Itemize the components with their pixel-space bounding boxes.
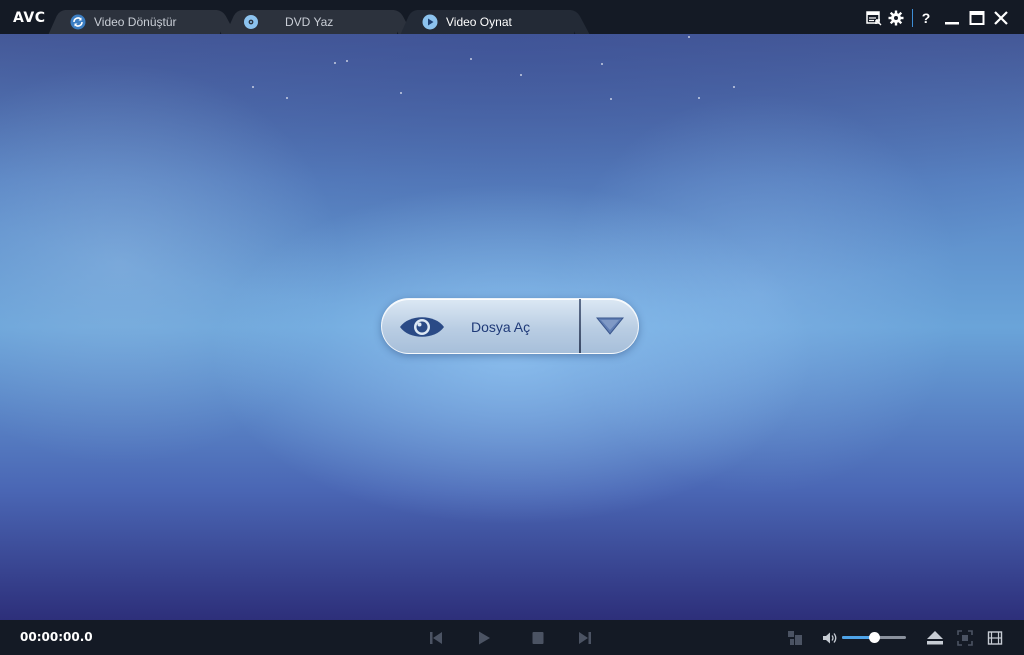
tab-label: Video Oynat: [446, 15, 512, 29]
tab-dvd-burn[interactable]: DVD Yaz: [237, 10, 397, 34]
previous-button[interactable]: [427, 629, 445, 647]
snapshot-icon: [788, 631, 802, 645]
maximize-button[interactable]: [969, 9, 985, 27]
eject-button[interactable]: [926, 629, 944, 647]
play-button[interactable]: [475, 629, 493, 647]
playlist-button[interactable]: [986, 629, 1004, 647]
star: [688, 36, 690, 38]
open-file-label: Dosya Aç: [471, 319, 531, 335]
stop-button[interactable]: [529, 629, 547, 647]
time-display: 00:00:00.0: [20, 630, 93, 644]
log-button[interactable]: [866, 9, 882, 27]
next-button[interactable]: [576, 629, 594, 647]
video-stage: Dosya Aç: [0, 34, 1024, 620]
tab-video-play[interactable]: Video Oynat: [412, 10, 574, 34]
fullscreen-icon: [957, 630, 973, 646]
open-file-main[interactable]: Dosya Aç: [382, 299, 580, 353]
separator: [912, 9, 913, 27]
disc-icon: [244, 15, 258, 29]
play-icon: [479, 631, 490, 645]
star: [698, 97, 700, 99]
star: [610, 98, 612, 100]
snapshot-button[interactable]: [786, 629, 804, 647]
open-file-dropdown[interactable]: [581, 299, 639, 353]
star: [286, 97, 288, 99]
eye-icon: [400, 317, 444, 337]
close-button[interactable]: [993, 9, 1009, 27]
tab-label: Video Dönüştür: [94, 15, 177, 29]
tab-video-convert[interactable]: Video Dönüştür: [60, 10, 220, 34]
maximize-icon: [969, 11, 985, 25]
stop-icon: [532, 632, 544, 644]
fullscreen-button[interactable]: [956, 629, 974, 647]
open-file-button[interactable]: Dosya Aç: [381, 298, 639, 354]
previous-icon: [430, 632, 442, 644]
star: [334, 62, 336, 64]
eject-icon: [927, 631, 943, 645]
gear-icon: [888, 10, 904, 26]
close-icon: [994, 11, 1008, 25]
help-button[interactable]: ?: [919, 9, 933, 27]
volume-knob[interactable]: [868, 632, 880, 643]
player-control-bar: 00:00:00.0: [0, 620, 1024, 655]
app-logo: AVC: [13, 10, 46, 26]
star: [601, 63, 603, 65]
volume-button[interactable]: [821, 629, 839, 647]
volume-slider[interactable]: [842, 632, 906, 643]
film-icon: [987, 631, 1003, 645]
triangle-down-icon: [596, 317, 624, 335]
play-circle-icon: [422, 14, 438, 30]
star: [400, 92, 402, 94]
star: [346, 60, 348, 62]
minimize-icon: [945, 22, 959, 25]
tab-label: DVD Yaz: [285, 15, 334, 29]
settings-button[interactable]: [888, 9, 904, 27]
log-icon: [866, 11, 882, 26]
next-icon: [579, 632, 591, 644]
volume-icon: [823, 632, 837, 644]
minimize-button[interactable]: [944, 9, 960, 27]
refresh-icon: [70, 14, 86, 30]
star: [252, 86, 254, 88]
star: [470, 58, 472, 60]
star: [733, 86, 735, 88]
title-bar: AVC Video Dönüştür DVD Yaz Video Oynat ?: [0, 0, 1024, 34]
star: [520, 74, 522, 76]
